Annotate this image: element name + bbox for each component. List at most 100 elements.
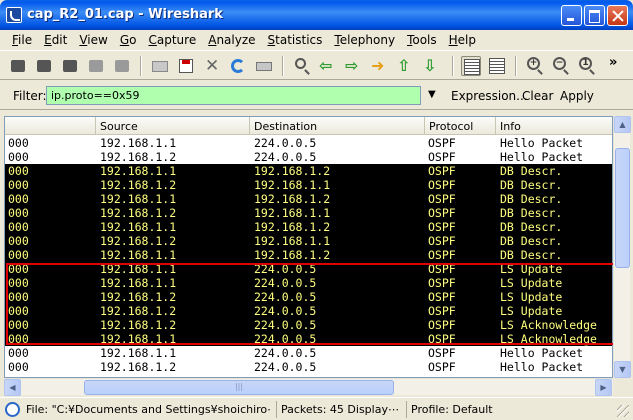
close-button[interactable] xyxy=(607,5,628,26)
zoom-in-icon[interactable]: + xyxy=(525,56,545,76)
cell-no: 000 xyxy=(8,178,29,192)
go-forward-icon[interactable]: ⇨ xyxy=(344,56,364,76)
menu-view[interactable]: View xyxy=(73,33,113,47)
table-row[interactable]: 000 192.168.1.1 192.168.1.2 OSPF DB Descr. xyxy=(5,248,612,262)
apply-button[interactable]: Apply xyxy=(560,89,594,103)
column-header-source[interactable]: Source xyxy=(96,117,250,135)
menu-label-rest: elp xyxy=(457,33,477,47)
expert-info-icon[interactable] xyxy=(5,402,20,417)
status-profile[interactable]: Profile: Default xyxy=(406,401,611,418)
table-row[interactable]: 000 192.168.1.1 192.168.1.2 OSPF DB Descr. xyxy=(5,192,612,206)
window-title: cap_R2_01.cap - Wireshark xyxy=(27,7,223,22)
column-header-protocol[interactable]: Protocol xyxy=(425,117,496,135)
cell-no: 000 xyxy=(8,262,29,276)
cell-info: LS Update xyxy=(500,276,563,290)
clear-button[interactable]: Clear xyxy=(522,89,553,103)
table-row[interactable]: 000 192.168.1.2 224.0.0.5 OSPF LS Update xyxy=(5,290,612,304)
table-row[interactable]: 000 192.168.1.1 224.0.0.5 OSPF LS Acknowledg… xyxy=(5,332,612,346)
cell-protocol: OSPF xyxy=(428,332,456,346)
go-back-icon[interactable]: ⇦ xyxy=(318,56,338,76)
cell-destination: 192.168.1.1 xyxy=(254,234,331,248)
table-row[interactable]: 000 192.168.1.1 224.0.0.5 OSPF LS Update xyxy=(5,276,612,290)
column-header-info[interactable]: Info xyxy=(496,117,612,135)
toolbar-separator xyxy=(515,56,517,76)
table-row[interactable]: 000 192.168.1.2 224.0.0.5 OSPF LS Update xyxy=(5,304,612,318)
find-packet-icon[interactable] xyxy=(292,56,312,76)
close-file-icon[interactable]: ✕ xyxy=(202,56,222,76)
table-row[interactable]: 000 192.168.1.1 192.168.1.2 OSPF DB Descr. xyxy=(5,164,612,178)
capture-options-icon[interactable] xyxy=(34,56,54,76)
go-first-packet-icon[interactable]: ⇧ xyxy=(396,56,416,76)
column-header-destination[interactable]: Destination xyxy=(250,117,425,135)
interfaces-icon[interactable] xyxy=(8,56,28,76)
save-file-icon[interactable] xyxy=(176,56,196,76)
scroll-left-icon[interactable]: ◀ xyxy=(4,379,21,396)
cell-no: 000 xyxy=(8,346,29,360)
scroll-right-icon[interactable]: ▶ xyxy=(595,379,612,396)
menu-telephony[interactable]: Telephony xyxy=(328,33,401,47)
menu-capture[interactable]: Capture xyxy=(142,33,202,47)
table-row[interactable]: 000 192.168.1.2 224.0.0.5 OSPF LS Acknowledg… xyxy=(5,318,612,332)
table-row[interactable]: 000 192.168.1.2 192.168.1.1 OSPF DB Descr. xyxy=(5,234,612,248)
auto-scroll-icon[interactable] xyxy=(487,56,507,76)
go-to-packet-icon[interactable]: ➜ xyxy=(370,56,390,76)
table-row[interactable]: 000 192.168.1.2 224.0.0.5 OSPF Hello Packet xyxy=(5,360,612,374)
table-row[interactable]: 000 192.168.1.2 192.168.1.1 OSPF DB Descr. xyxy=(5,206,612,220)
cell-no: 000 xyxy=(8,220,29,234)
cell-no: 000 xyxy=(8,192,29,206)
main-toolbar: ✕ ⇦ ⇨ ➜ ⇧ ⇩ + − 1 xyxy=(0,50,633,80)
menu-tools[interactable]: Tools xyxy=(401,33,443,47)
normal-size-icon[interactable]: 1 xyxy=(577,56,597,76)
menu-edit[interactable]: Edit xyxy=(38,33,73,47)
cell-destination: 224.0.0.5 xyxy=(254,276,317,290)
stop-capture-icon[interactable] xyxy=(86,56,106,76)
scroll-up-icon[interactable]: ▲ xyxy=(614,116,631,133)
menu-statistics[interactable]: Statistics xyxy=(262,33,329,47)
menu-go[interactable]: Go xyxy=(114,33,143,47)
cell-info: DB Descr. xyxy=(500,220,563,234)
reload-icon[interactable] xyxy=(228,56,248,76)
horizontal-scrollbar[interactable]: ◀ ||| ▶ xyxy=(4,378,613,396)
cell-info: DB Descr. xyxy=(500,206,563,220)
restart-capture-icon[interactable] xyxy=(112,56,132,76)
cell-destination: 224.0.0.5 xyxy=(254,332,317,346)
resize-grip[interactable] xyxy=(617,405,629,417)
filter-input[interactable] xyxy=(46,86,421,105)
expression-button[interactable]: Expression... xyxy=(451,89,528,103)
table-row[interactable]: 000 192.168.1.2 224.0.0.5 OSPF Hello Packet xyxy=(5,150,612,164)
table-row[interactable]: 000 192.168.1.1 224.0.0.5 OSPF Hello Packet xyxy=(5,136,612,150)
filter-dropdown-icon[interactable]: ▼ xyxy=(428,89,436,100)
filter-label: Filter: xyxy=(13,89,47,103)
toolbar-separator xyxy=(140,56,142,76)
table-row[interactable]: 000 192.168.1.1 224.0.0.5 OSPF LS Update xyxy=(5,262,612,276)
menu-analyze[interactable]: Analyze xyxy=(202,33,261,47)
column-header-no[interactable] xyxy=(5,117,96,135)
cell-no: 000 xyxy=(8,360,29,374)
open-file-icon[interactable] xyxy=(150,56,170,76)
cell-info: LS Update xyxy=(500,304,563,318)
toolbar-overflow-chevron-icon[interactable]: » xyxy=(609,55,617,70)
cell-info: LS Update xyxy=(500,290,563,304)
scroll-down-icon[interactable]: ▼ xyxy=(614,361,631,378)
go-last-packet-icon[interactable]: ⇩ xyxy=(422,56,442,76)
menu-file[interactable]: File xyxy=(6,33,38,47)
maximize-button[interactable] xyxy=(584,5,605,26)
colorize-list-icon[interactable] xyxy=(461,56,481,76)
cell-no: 000 xyxy=(8,304,29,318)
zoom-out-icon[interactable]: − xyxy=(551,56,571,76)
vertical-scroll-thumb[interactable] xyxy=(615,148,630,268)
table-row[interactable]: 000 192.168.1.1 192.168.1.2 OSPF DB Descr. xyxy=(5,220,612,234)
table-row[interactable]: 000 192.168.1.2 192.168.1.1 OSPF DB Descr. xyxy=(5,178,612,192)
toolbar-separator xyxy=(452,56,454,76)
vertical-scrollbar[interactable]: ▲ ▼ xyxy=(613,116,631,378)
cell-destination: 192.168.1.2 xyxy=(254,220,331,234)
menu-help[interactable]: Help xyxy=(443,33,482,47)
horizontal-scroll-thumb[interactable]: ||| xyxy=(84,380,394,395)
start-capture-icon[interactable] xyxy=(60,56,80,76)
print-icon[interactable] xyxy=(254,56,274,76)
minimize-button[interactable] xyxy=(561,5,582,26)
cell-protocol: OSPF xyxy=(428,192,456,206)
table-row[interactable]: 000 192.168.1.1 224.0.0.5 OSPF Hello Packet xyxy=(5,346,612,360)
packet-list[interactable]: Source Destination Protocol Info 000 192.… xyxy=(4,116,613,378)
menu-bar: File Edit View Go Capture Analyze Statistics Te… xyxy=(0,30,633,50)
